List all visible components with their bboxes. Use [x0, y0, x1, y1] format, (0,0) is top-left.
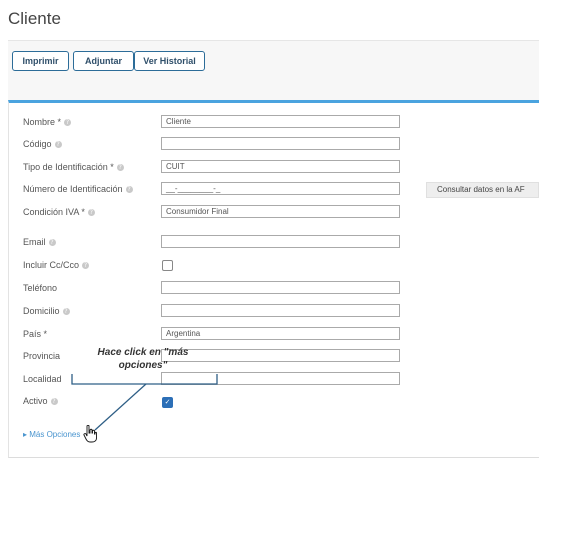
hand-cursor-icon [83, 425, 97, 443]
annotation-text: Hace click en "más opciones" [97, 347, 189, 371]
annotation-bracket [71, 374, 218, 385]
annotation-callout [71, 374, 218, 431]
annotation-pointer-line [94, 383, 147, 431]
